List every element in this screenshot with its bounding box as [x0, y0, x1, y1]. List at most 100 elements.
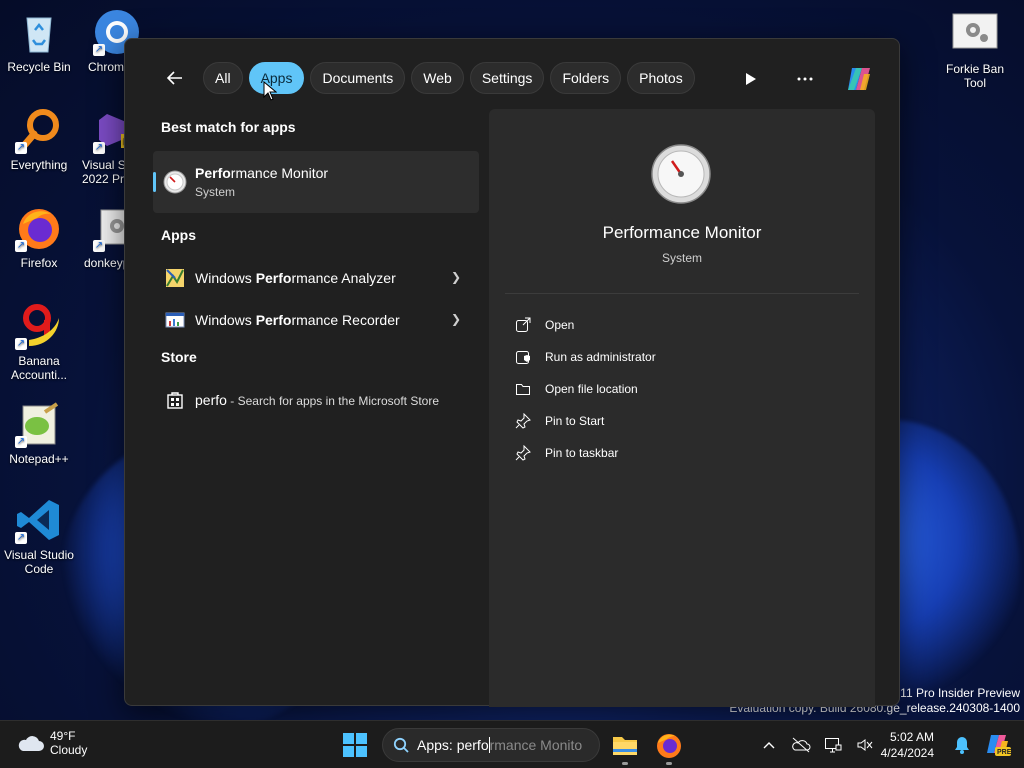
apps-heading: Apps [161, 227, 196, 243]
weather-condition: Cloudy [50, 743, 88, 757]
cloud-off-icon [791, 737, 811, 753]
desktop-icon-label: Notepad++ [9, 452, 69, 466]
mouse-cursor-icon [263, 81, 277, 101]
system-tray: 5:02 AM 4/24/2024 PRE [753, 721, 1024, 768]
best-match-heading: Best match for apps [161, 119, 296, 135]
notifications-button[interactable] [946, 729, 978, 761]
store-search-item[interactable]: perfo - Search for apps in the Microsoft… [153, 379, 479, 421]
app-result-analyzer[interactable]: Windows Performance Analyzer ❯ [153, 257, 479, 299]
performance-monitor-large-icon [651, 144, 711, 204]
search-typed-text: Apps: perfo [417, 737, 489, 753]
back-button[interactable] [161, 62, 189, 94]
folder-icon [516, 384, 530, 395]
performance-recorder-icon [165, 312, 185, 328]
play-button[interactable] [735, 63, 767, 95]
taskbar: 49°F Cloudy Apps: perfo rmance Monito 5:0 [0, 720, 1024, 768]
filter-documents[interactable]: Documents [310, 62, 406, 94]
search-filters: All Apps Documents Web Settings Folders … [161, 62, 695, 94]
running-indicator [622, 762, 628, 765]
windows-start-icon[interactable] [342, 732, 368, 758]
copilot-button[interactable] [843, 63, 875, 95]
ellipsis-icon [797, 77, 813, 81]
arrow-left-icon [166, 71, 182, 85]
action-pin-to-start[interactable]: Pin to Start [515, 405, 656, 437]
clock[interactable]: 5:02 AM 4/24/2024 [881, 729, 934, 761]
detail-subtitle: System [661, 251, 702, 265]
detail-pane: Performance Monitor System Open Run as a… [489, 109, 875, 707]
desktop-icon-firefox[interactable]: ↗ Firefox [0, 204, 78, 270]
best-match-subtitle: System [195, 185, 236, 199]
performance-monitor-icon [163, 170, 187, 194]
filter-web[interactable]: Web [411, 62, 464, 94]
shortcut-arrow-icon: ↗ [93, 240, 105, 252]
filter-settings[interactable]: Settings [469, 62, 545, 94]
search-flyout: All Apps Documents Web Settings Folders … [124, 38, 900, 707]
action-run-as-admin[interactable]: Run as administrator [515, 341, 656, 373]
results-list: Best match for apps Performance Monitor … [153, 119, 479, 421]
store-bag-icon [167, 392, 183, 409]
notepad-plus-plus-icon: ↗ [15, 400, 63, 448]
running-indicator [666, 762, 672, 765]
desktop-icon-vscode[interactable]: ↗ Visual Studio Code [0, 496, 78, 576]
open-external-icon [516, 317, 531, 332]
firefox-icon[interactable] [655, 731, 683, 759]
pin-icon [515, 445, 531, 461]
action-open[interactable]: Open [515, 309, 656, 341]
desktop-icon-recycle-bin[interactable]: Recycle Bin [0, 8, 78, 74]
performance-analyzer-icon [166, 269, 184, 287]
copilot-icon [848, 68, 870, 90]
desktop-icon-label: Banana Accounti... [10, 354, 68, 382]
action-open-file-location[interactable]: Open file location [515, 373, 656, 405]
volume-button[interactable] [849, 729, 881, 761]
desktop-icon-label: Forkie Ban Tool [945, 62, 1005, 90]
store-heading: Store [161, 349, 197, 365]
desktop-icon-forkie-ban-tool[interactable]: Forkie Ban Tool [936, 10, 1014, 90]
detail-divider [505, 293, 859, 294]
svg-text:PRE: PRE [997, 749, 1011, 756]
chevron-right-icon[interactable]: ❯ [451, 270, 461, 284]
banana-icon: ↗ [15, 302, 63, 350]
file-explorer-icon[interactable] [611, 731, 639, 759]
taskbar-search-box[interactable]: Apps: perfo rmance Monito [382, 728, 600, 762]
vscode-icon: ↗ [15, 496, 63, 544]
desktop-icon-label: Recycle Bin [7, 60, 71, 74]
onedrive-button[interactable] [785, 729, 817, 761]
chevron-up-icon [763, 742, 775, 749]
show-hidden-icons-button[interactable] [753, 729, 785, 761]
flyout-toolbar [735, 63, 875, 95]
copilot-taskbar-button[interactable]: PRE [982, 729, 1014, 761]
everything-icon: ↗ [15, 106, 63, 154]
bell-icon [955, 737, 969, 754]
app-gear-icon [951, 10, 999, 58]
shortcut-arrow-icon: ↗ [93, 44, 105, 56]
desktop-icon-everything[interactable]: ↗ Everything [0, 106, 78, 172]
search-icon [393, 737, 409, 753]
filter-all[interactable]: All [203, 62, 243, 94]
copilot-pre-icon: PRE [987, 735, 1011, 756]
shortcut-arrow-icon: ↗ [15, 338, 27, 350]
best-match-item[interactable]: Performance Monitor System [153, 151, 479, 213]
best-match-title: Performance Monitor [195, 165, 329, 181]
desktop-icon-banana[interactable]: ↗ Banana Accounti... [0, 302, 78, 382]
app-result-recorder[interactable]: Windows Performance Recorder ❯ [153, 299, 479, 341]
desktop-icon-notepadpp[interactable]: ↗ Notepad++ [0, 400, 78, 466]
filter-photos[interactable]: Photos [627, 62, 695, 94]
shortcut-arrow-icon: ↗ [15, 142, 27, 154]
search-suggestion-text: rmance Monito [489, 737, 583, 753]
play-icon [746, 73, 756, 85]
shortcut-arrow-icon: ↗ [15, 240, 27, 252]
shortcut-arrow-icon: ↗ [15, 532, 27, 544]
chevron-right-icon[interactable]: ❯ [451, 312, 461, 326]
action-pin-to-taskbar[interactable]: Pin to taskbar [515, 437, 656, 469]
pin-icon [515, 413, 531, 429]
more-options-button[interactable] [789, 63, 821, 95]
clock-date: 4/24/2024 [880, 746, 934, 760]
detail-actions: Open Run as administrator Open file loca… [515, 309, 656, 469]
network-button[interactable] [817, 729, 849, 761]
monitor-network-icon [824, 738, 842, 753]
desktop-icon-label: Everything [10, 158, 68, 172]
filter-folders[interactable]: Folders [550, 62, 622, 94]
shield-admin-icon [516, 351, 530, 364]
cloud-icon [18, 736, 44, 751]
weather-widget[interactable]: 49°F Cloudy [16, 729, 87, 757]
